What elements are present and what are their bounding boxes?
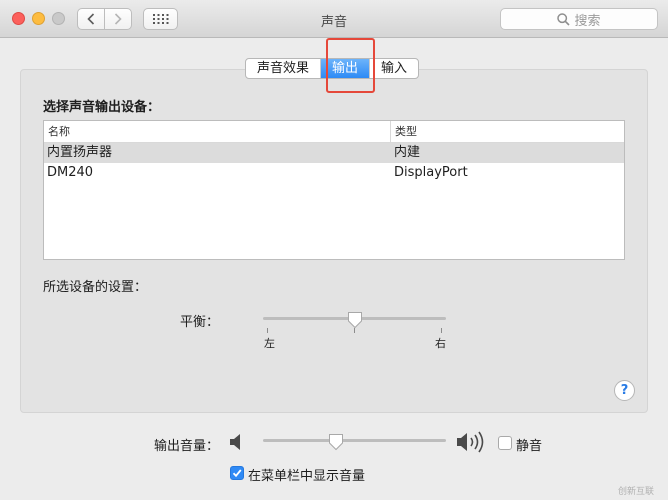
output-volume-label: 输出音量： [154,439,220,454]
device-name: DM240 [47,165,94,180]
balance-tick-right [441,328,442,333]
speaker-low-icon [230,434,240,450]
watermark-logo: 创新互联 [618,487,655,497]
speaker-high-icon [457,431,484,453]
volume-slider-track[interactable] [263,439,446,442]
balance-right-label: 右 [435,337,446,350]
help-button[interactable]: ? [614,380,635,401]
balance-left-label: 左 [264,337,275,350]
checkmark-icon [232,469,242,478]
column-header-name[interactable]: 名称 [44,121,391,142]
table-row[interactable]: 内置扬声器 内建 [44,143,624,163]
device-name: 内置扬声器 [47,145,113,160]
search-placeholder: 搜索 [574,13,601,29]
select-device-label: 选择声音输出设备： [43,100,161,115]
tab-sound-effects[interactable]: 声音效果 [246,59,322,78]
device-type: DisplayPort [394,165,468,180]
tab-output[interactable]: 输出 [321,59,371,78]
show-in-menubar-checkbox[interactable] [230,466,244,480]
column-header-type[interactable]: 类型 [391,121,417,142]
device-type: 内建 [394,145,421,160]
device-table[interactable]: 名称 类型 内置扬声器 内建 DM240 DisplayPort [43,120,625,260]
volume-slider-knob[interactable] [328,433,344,451]
title-bar: 声音 搜索 [0,0,668,38]
search-field[interactable]: 搜索 [500,8,658,30]
table-header: 名称 类型 [44,121,624,143]
mute-label: 静音 [516,439,543,454]
mute-checkbox[interactable] [498,436,512,450]
help-icon: ? [620,383,629,398]
tab-bar: 声音效果 输出 输入 [245,58,420,79]
show-in-menubar-label: 在菜单栏中显示音量 [248,469,366,484]
search-icon [557,12,571,26]
balance-slider-knob[interactable] [347,311,363,329]
tab-input[interactable]: 输入 [370,59,418,78]
table-row[interactable]: DM240 DisplayPort [44,163,624,183]
balance-label: 平衡： [180,315,220,330]
balance-tick-left [267,328,268,333]
settings-label: 所选设备的设置： [43,280,148,295]
